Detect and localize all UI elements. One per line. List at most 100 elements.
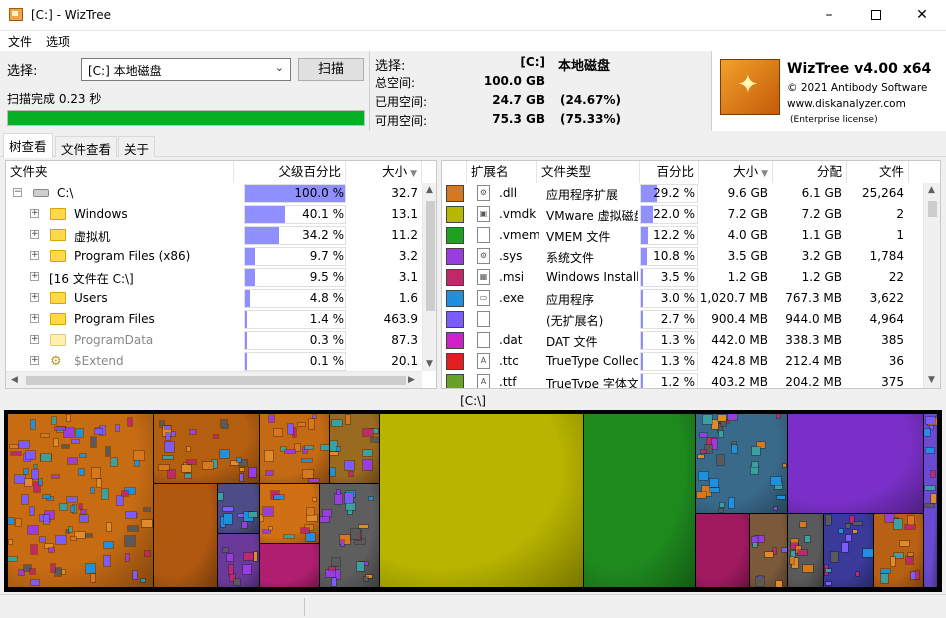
extension-row[interactable]: A .ttf TrueType 字体文件 1.2 % 403.2 MB 204.2 MB 3… [442,372,940,389]
expand-toggle-icon[interactable]: + [30,335,39,344]
treemap-block[interactable] [788,414,923,513]
header-ext-size[interactable]: 大小 ▼ [699,161,773,183]
header-extension[interactable]: 扩展名 [467,161,537,183]
treemap-tile [66,414,71,422]
scroll-right-icon[interactable]: ▶ [408,375,415,385]
file-type-icon [477,227,490,243]
treemap-tile [825,568,832,573]
expand-toggle-icon[interactable]: + [30,272,39,281]
tree-row[interactable]: + Program Files (x86) 9.7 % 3.2 [6,246,436,267]
extension-color-swatch [446,206,464,223]
scan-button[interactable]: 扫描 [298,58,364,81]
tab-about[interactable]: 关于 [118,136,156,157]
treemap-block[interactable] [260,544,319,587]
tree-row[interactable]: + 虚拟机 34.2 % 11.2 [6,225,436,246]
treemap-tile [915,570,920,580]
treemap-tile [51,474,60,479]
tab-file-view[interactable]: 文件查看 [55,136,118,157]
expand-toggle-icon[interactable]: + [30,230,39,239]
tree-row[interactable]: + Program Files 1.4 % 463.9 [6,309,436,330]
treemap-block[interactable] [696,514,749,587]
treemap-visualization[interactable] [4,410,942,592]
header-allocated[interactable]: 分配 [773,161,847,183]
extension-row[interactable]: ⚙ .dll 应用程序扩展 29.2 % 9.6 GB 6.1 GB 25,264 [442,183,940,204]
drive-select[interactable]: [C:] 本地磁盘 ⌄ [81,58,291,81]
header-size[interactable]: 大小 ▼ [346,161,422,183]
tree-row[interactable]: − C:\ 100.0 % 32.7 [6,183,436,204]
scroll-up-icon[interactable]: ▲ [426,185,433,195]
extension-row[interactable]: ▦ .msi Windows Installer 3.5 % 1.2 GB 1.2 GB 2… [442,267,940,288]
extension-row[interactable]: ⚙ .sys 系统文件 10.8 % 3.5 GB 3.2 GB 1,784 [442,246,940,267]
brand-copyright: © 2021 Antibody Software [787,82,928,94]
extension-row[interactable]: (无扩展名) 2.7 % 900.4 MB 944.0 MB 4,964 [442,309,940,330]
treemap-tile [79,453,87,458]
treemap-tile [253,551,258,562]
ext-vertical-scrollbar[interactable]: ▲ ▼ [923,183,940,388]
treemap-block[interactable] [584,414,695,587]
folder-icon [50,292,66,304]
expand-toggle-icon[interactable]: − [13,188,22,197]
tree-row[interactable]: + ⚙ $Extend 0.1 % 20.1 [6,351,436,372]
maximize-button[interactable] [853,0,899,30]
scroll-left-icon[interactable]: ◀ [11,375,18,385]
treemap-block[interactable] [8,414,153,587]
extension-row[interactable]: ▣ .vmdk VMware 虚拟磁盘 22.0 % 7.2 GB 7.2 GB 2 [442,204,940,225]
treemap-tile [70,505,75,513]
treemap-tile [63,427,75,438]
expand-toggle-icon[interactable]: + [30,209,39,218]
header-files[interactable]: 文件 [847,161,909,183]
ext-allocated: 1.2 GB [801,270,842,284]
treemap-block[interactable] [696,414,787,513]
menu-options[interactable]: 选项 [46,33,70,50]
tree-hscroll-thumb[interactable] [26,376,406,385]
treemap-tile [265,470,274,476]
header-parent-pct[interactable]: 父级百分比 [234,161,346,183]
tree-row[interactable]: + Users 4.8 % 1.6 [6,288,436,309]
expand-toggle-icon[interactable]: + [30,293,39,302]
folder-size: 463.9 [383,312,418,326]
treemap-tile [702,414,713,425]
treemap-tile [125,553,130,562]
extension-row[interactable]: A .ttc TrueType Collection 1.3 % 424.8 MB 212… [442,351,940,372]
scroll-up-icon[interactable]: ▲ [928,185,935,195]
tree-scroll-thumb[interactable] [426,201,435,311]
ext-pct-value: 29.2 % [653,186,695,200]
expand-toggle-icon[interactable]: + [30,356,39,365]
file-type-icon: A [477,374,490,388]
scroll-down-icon[interactable]: ▼ [928,375,935,385]
header-file-type[interactable]: 文件类型 [537,161,640,183]
expand-toggle-icon[interactable]: + [30,251,39,260]
treemap-tile [127,525,139,532]
tree-row[interactable]: + ProgramData 0.3 % 87.3 [6,330,436,351]
treemap-tile [750,465,759,475]
treemap-tile [907,515,915,526]
treemap-tile [90,573,96,583]
tree-vertical-scrollbar[interactable]: ▲ ▼ [422,183,436,371]
extension-row[interactable]: ▭ .exe 应用程序 3.0 % 1,020.7 MB 767.3 MB 3,622 [442,288,940,309]
treemap-tile [697,454,705,459]
tab-tree-view[interactable]: 树查看 [3,133,53,158]
treemap-block[interactable] [154,484,217,587]
brand-website-link[interactable]: www.diskanalyzer.com [787,98,906,110]
tree-row[interactable]: + Windows 40.1 % 13.1 [6,204,436,225]
minimize-button[interactable]: – [806,0,852,30]
treemap-tile [904,524,916,530]
scroll-down-icon[interactable]: ▼ [426,359,433,369]
tree-horizontal-scrollbar[interactable]: ◀ ▶ [6,371,422,388]
ext-size: 9.6 GB [727,186,768,200]
extension-name: .ttf [499,375,517,389]
treemap-tile [202,461,214,470]
header-folder[interactable]: 文件夹 [6,161,234,183]
menu-file[interactable]: 文件 [8,33,32,50]
extension-row[interactable]: .vmem VMEM 文件 12.2 % 4.0 GB 1.1 GB 1 [442,225,940,246]
tree-row[interactable]: + [16 文件在 C:\] 9.5 % 3.1 [6,267,436,288]
header-color[interactable] [442,161,467,183]
expand-toggle-icon[interactable]: + [30,314,39,323]
close-button[interactable]: ✕ [899,0,945,30]
treemap-block[interactable] [380,414,583,587]
treemap-tile [905,556,914,565]
treemap-tile [30,544,38,555]
ext-scroll-thumb[interactable] [928,201,937,217]
extension-row[interactable]: .dat DAT 文件 1.3 % 442.0 MB 338.3 MB 385 [442,330,940,351]
header-percent[interactable]: 百分比 [640,161,699,183]
